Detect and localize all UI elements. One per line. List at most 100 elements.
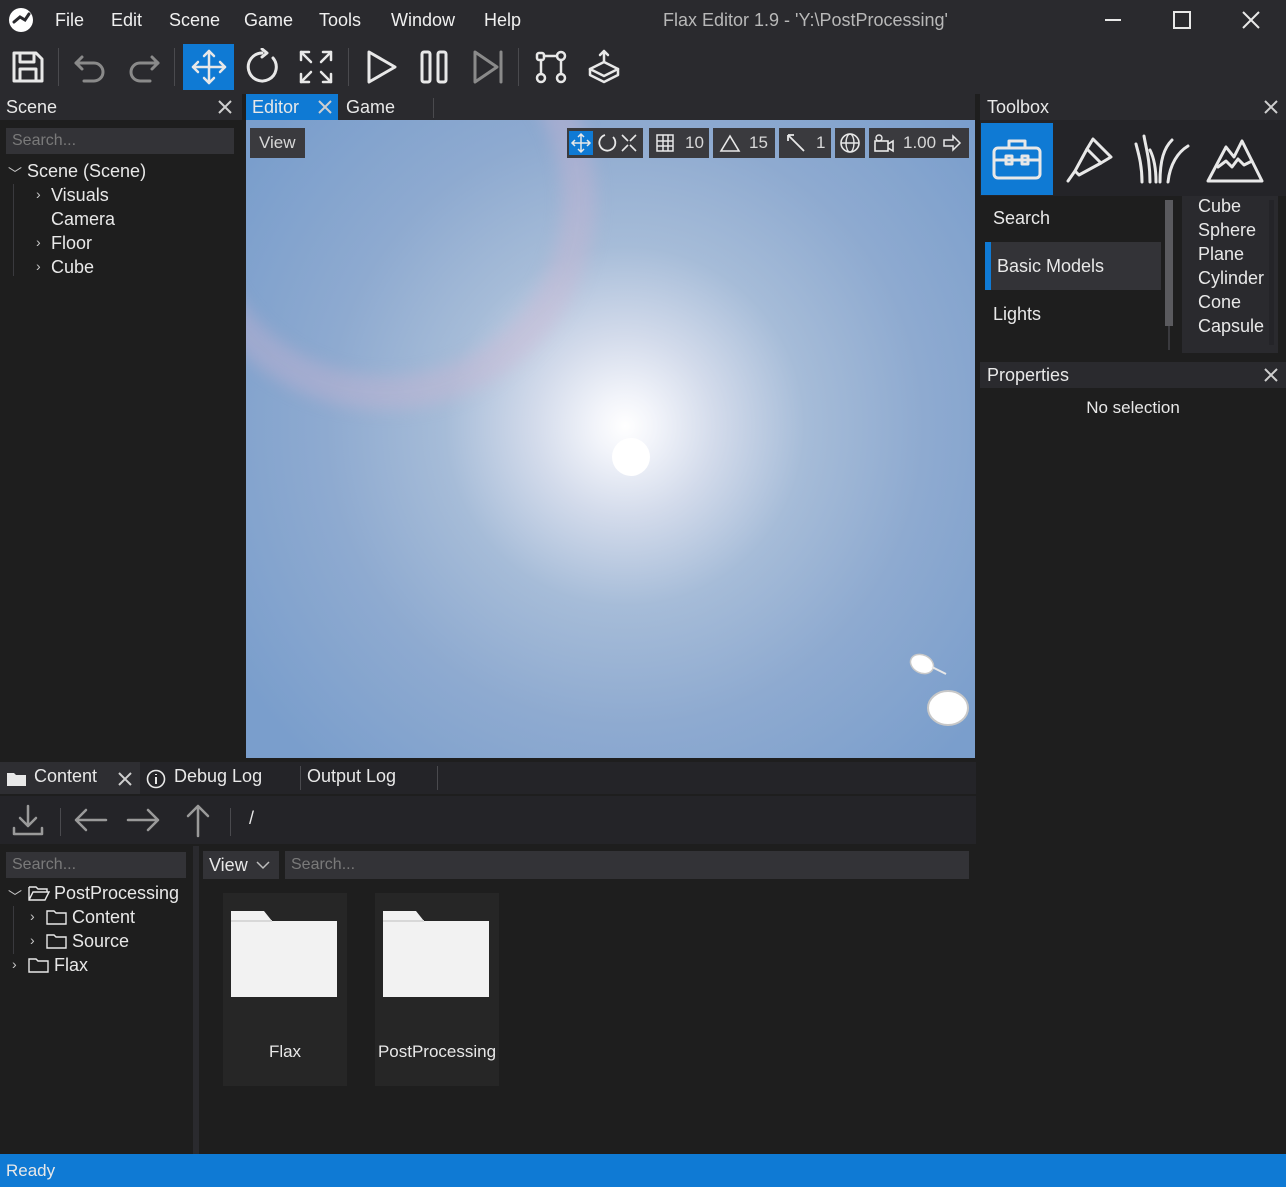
step-button[interactable] — [464, 44, 512, 90]
scene-item-floor[interactable]: Floor — [51, 233, 92, 254]
scale-snap-value: 1 — [816, 133, 826, 152]
tab-game[interactable]: Game — [338, 94, 434, 120]
grid-snap-button[interactable]: 10 — [649, 128, 709, 158]
menu-window[interactable]: Window — [391, 10, 455, 31]
menu-scene[interactable]: Scene — [169, 10, 220, 31]
toolbox-item-cube[interactable]: Cube — [1198, 196, 1241, 217]
menu-tools[interactable]: Tools — [319, 10, 361, 31]
gizmo-modes-icon — [569, 131, 637, 155]
content-folder-flax[interactable]: Flax — [223, 893, 347, 1086]
chevron-down-icon[interactable]: ﹀ — [8, 887, 22, 907]
close-window-button[interactable] — [1228, 4, 1274, 36]
content-path[interactable]: / — [249, 808, 254, 829]
menu-edit[interactable]: Edit — [111, 10, 142, 31]
content-tree-content[interactable]: Content — [72, 907, 135, 928]
undo-button[interactable] — [66, 44, 114, 90]
globe-icon — [840, 133, 860, 153]
toolbox-category-search[interactable]: Search — [985, 194, 1161, 242]
toolbox-header: Toolbox — [980, 94, 1286, 120]
toolbox-icon — [992, 139, 1042, 180]
maximize-icon — [1173, 11, 1191, 29]
tab-output-log[interactable]: Output Log — [307, 766, 396, 787]
chevron-right-icon[interactable]: › — [36, 258, 41, 274]
properties-title: Properties — [987, 365, 1070, 385]
maximize-button[interactable] — [1159, 4, 1205, 36]
properties-header: Properties — [980, 362, 1286, 388]
play-button[interactable] — [356, 44, 404, 90]
toolbox-item-plane[interactable]: Plane — [1198, 244, 1244, 265]
content-tree-source[interactable]: Source — [72, 931, 129, 952]
camera-speed-button[interactable]: 1.00 — [869, 128, 969, 158]
content-folder-postprocessing[interactable]: PostProcessing — [375, 893, 499, 1086]
rotate-snap-button[interactable]: 15 — [713, 128, 775, 158]
redo-button[interactable] — [120, 44, 168, 90]
scene-item-cube[interactable]: Cube — [51, 257, 94, 278]
scene-viewport[interactable]: View 10 15 1 1.00 — [246, 120, 975, 758]
close-icon — [318, 100, 332, 114]
toolbox-items-scrollbar[interactable] — [1269, 200, 1274, 345]
toolbox-item-cone[interactable]: Cone — [1198, 292, 1241, 313]
content-tree-search-input[interactable]: Search... — [6, 852, 186, 878]
close-editor-tab-button[interactable] — [316, 98, 334, 116]
navigate-back-button[interactable] — [68, 798, 112, 842]
save-button[interactable] — [4, 44, 52, 90]
foliage-icon — [1134, 134, 1190, 184]
menu-help[interactable]: Help — [484, 10, 521, 31]
folder-label: PostProcessing — [377, 1042, 497, 1061]
content-tree-flax[interactable]: Flax — [54, 955, 88, 976]
import-button[interactable] — [6, 798, 50, 842]
chevron-right-icon[interactable]: › — [30, 908, 35, 924]
close-scene-panel-button[interactable] — [216, 98, 234, 116]
toolbox-category-lights[interactable]: Lights — [985, 290, 1161, 338]
toolbox-tab-place[interactable] — [981, 123, 1053, 195]
toolbox-tab-foliage[interactable] — [1128, 123, 1198, 195]
rainbow-arc — [246, 120, 596, 410]
scene-item-visuals[interactable]: Visuals — [51, 185, 109, 206]
arrow-left-icon — [74, 808, 108, 832]
scene-root-item[interactable]: Scene (Scene) — [27, 161, 146, 182]
navigate-forward-button[interactable] — [122, 798, 166, 842]
status-text: Ready — [6, 1161, 56, 1180]
terrain-icon — [1206, 139, 1264, 183]
navmesh-button[interactable] — [526, 44, 574, 90]
close-toolbox-button[interactable] — [1262, 98, 1280, 116]
folder-icon — [383, 911, 489, 997]
scene-item-camera[interactable]: Camera — [51, 209, 115, 230]
minimize-button[interactable] — [1090, 4, 1136, 36]
toolbox-category-scrollbar[interactable] — [1165, 200, 1173, 326]
toolbox-tab-terrain[interactable] — [1200, 123, 1270, 195]
scale-gizmo-button[interactable] — [292, 44, 340, 90]
world-space-button[interactable] — [835, 128, 865, 158]
pause-button[interactable] — [410, 44, 458, 90]
navigate-up-button[interactable] — [176, 798, 220, 842]
toolbox-item-capsule[interactable]: Capsule — [1198, 316, 1264, 337]
close-content-tab-button[interactable] — [116, 770, 134, 788]
build-button[interactable] — [580, 44, 628, 90]
tab-editor[interactable]: Editor — [246, 94, 338, 120]
close-properties-button[interactable] — [1262, 366, 1280, 384]
minimize-icon — [1105, 19, 1121, 21]
chevron-right-icon[interactable]: › — [30, 932, 35, 948]
tab-debug-log[interactable]: Debug Log — [174, 766, 262, 787]
menu-game[interactable]: Game — [244, 10, 293, 31]
chevron-right-icon[interactable]: › — [36, 186, 41, 202]
toolbox-item-cylinder[interactable]: Cylinder — [1198, 268, 1264, 289]
toolbox-item-sphere[interactable]: Sphere — [1198, 220, 1256, 241]
scale-snap-button[interactable]: 1 — [779, 128, 831, 158]
toolbox-category-basic-models[interactable]: Basic Models — [985, 242, 1161, 290]
rotate-gizmo-button[interactable] — [238, 44, 286, 90]
chevron-right-icon[interactable]: › — [36, 234, 41, 250]
chevron-down-icon[interactable]: ﹀ — [8, 164, 22, 184]
content-search-input[interactable]: Search... — [285, 851, 969, 879]
chevron-right-icon[interactable]: › — [12, 956, 17, 972]
content-view-dropdown[interactable]: View — [203, 851, 279, 879]
translate-gizmo-button[interactable] — [183, 44, 234, 90]
pause-icon — [420, 50, 448, 84]
menu-file[interactable]: File — [55, 10, 84, 31]
scene-search-input[interactable]: Search... — [6, 128, 234, 154]
grid-snap-value: 10 — [685, 133, 704, 152]
viewport-view-button[interactable]: View — [250, 128, 305, 158]
content-tree-postprocessing[interactable]: PostProcessing — [54, 883, 179, 904]
main-toolbar — [0, 40, 1286, 94]
toolbox-tab-paint[interactable] — [1056, 123, 1126, 195]
